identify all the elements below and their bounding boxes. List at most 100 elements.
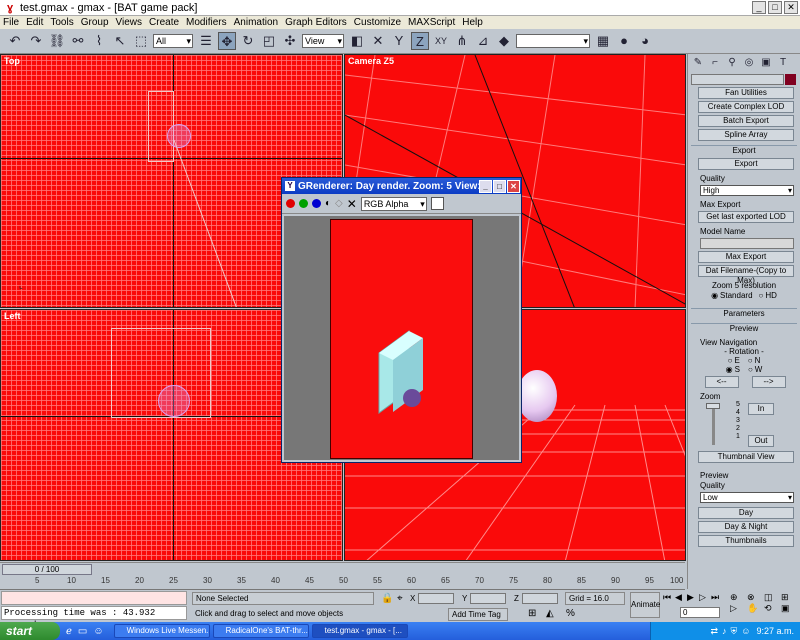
select-object-icon[interactable]: ↖ bbox=[111, 32, 129, 50]
animate-button[interactable]: Animate bbox=[630, 592, 660, 618]
select-by-name-icon[interactable]: ☰ bbox=[197, 32, 215, 50]
red-channel-icon[interactable] bbox=[286, 199, 295, 208]
quicklaunch-desktop-icon[interactable]: ▭ bbox=[78, 626, 87, 637]
snap-toggle-icon[interactable]: ⊞ bbox=[528, 608, 536, 619]
radio-hd-icon[interactable]: ○ bbox=[759, 291, 764, 300]
tray-messenger-icon[interactable]: ☺ bbox=[741, 626, 750, 636]
material-editor-icon[interactable]: ▦ bbox=[594, 32, 612, 50]
go-to-start-icon[interactable]: ⏮ bbox=[663, 592, 675, 603]
task-browser[interactable]: RadicalOne's BAT-thr... bbox=[212, 624, 309, 638]
radio-standard-icon[interactable]: ◉ bbox=[711, 291, 718, 300]
current-frame-field[interactable]: 0 bbox=[680, 607, 720, 618]
parameters-rollout-header[interactable]: Parameters bbox=[691, 308, 797, 319]
batch-export-button[interactable]: Batch Export bbox=[698, 115, 794, 127]
field-of-view-icon[interactable]: ▷ bbox=[730, 603, 747, 614]
menu-modifiers[interactable]: Modifiers bbox=[186, 17, 227, 28]
display-tab-icon[interactable]: ▣ bbox=[759, 56, 773, 70]
dialog-close-button[interactable]: ✕ bbox=[507, 179, 520, 193]
menu-file[interactable]: File bbox=[3, 17, 19, 28]
quick-render-icon[interactable]: ◕ bbox=[636, 32, 654, 50]
viewport-camera-label[interactable]: Camera Z5 bbox=[348, 56, 394, 66]
dat-filename-button[interactable]: Dat Filename-(Copy to Max) bbox=[698, 265, 794, 285]
maximize-button[interactable]: □ bbox=[768, 1, 782, 14]
minimize-button[interactable]: _ bbox=[752, 1, 766, 14]
menu-animation[interactable]: Animation bbox=[234, 17, 278, 28]
object-name-field[interactable] bbox=[691, 74, 784, 85]
previous-frame-icon[interactable]: ◀ bbox=[675, 592, 687, 603]
spline-array-button[interactable]: Spline Array bbox=[698, 129, 794, 141]
maxscript-listener-field[interactable] bbox=[1, 591, 187, 605]
color-swatch[interactable] bbox=[430, 197, 444, 210]
thumbnail-view-button[interactable]: Thumbnail View bbox=[698, 451, 794, 463]
link-icon[interactable]: ⛓ bbox=[48, 32, 66, 50]
max-export-button[interactable]: Max Export bbox=[698, 251, 794, 263]
radio-e-icon[interactable]: ○ bbox=[728, 356, 733, 365]
lock-selection-icon[interactable]: 🔒 bbox=[381, 593, 393, 604]
track-bar[interactable]: 5 10 15 20 25 30 35 40 45 50 55 60 65 70… bbox=[0, 576, 685, 590]
zoom-extents-icon[interactable]: ◫ bbox=[764, 592, 781, 603]
quicklaunch-messenger-icon[interactable]: ☺ bbox=[93, 626, 103, 637]
viewport-left-label[interactable]: Left bbox=[4, 311, 21, 321]
zoom-icon[interactable]: ⊕ bbox=[730, 592, 747, 603]
time-slider-thumb[interactable]: 0 / 100 bbox=[2, 564, 92, 575]
get-last-lod-button[interactable]: Get last exported LOD bbox=[698, 211, 794, 223]
thumbnails-button[interactable]: Thumbnails bbox=[698, 535, 794, 547]
object-color-swatch[interactable] bbox=[785, 74, 796, 85]
region-select-icon[interactable]: ⬚ bbox=[132, 32, 150, 50]
restrict-z-button[interactable]: Z bbox=[411, 32, 429, 50]
export-button[interactable]: Export bbox=[698, 158, 794, 170]
quicklaunch-ie-icon[interactable]: ℯ bbox=[66, 626, 72, 637]
time-slider[interactable]: 0 / 100 bbox=[0, 562, 685, 575]
start-button[interactable]: start bbox=[0, 622, 60, 640]
unlink-icon[interactable]: ⚯ bbox=[69, 32, 87, 50]
x-coord-field[interactable] bbox=[418, 593, 454, 604]
redo-icon[interactable]: ↷ bbox=[27, 32, 45, 50]
select-and-rotate-icon[interactable]: ↻ bbox=[239, 32, 257, 50]
close-button[interactable]: ✕ bbox=[784, 1, 798, 14]
tray-network-icon[interactable]: ⇄ bbox=[710, 626, 718, 637]
create-complex-lod-button[interactable]: Create Complex LOD bbox=[698, 101, 794, 113]
mono-channel-icon[interactable]: ◐ bbox=[325, 198, 331, 209]
menu-help[interactable]: Help bbox=[462, 17, 483, 28]
rotate-left-button[interactable]: <-- bbox=[704, 376, 739, 388]
gmax-app-icon[interactable]: ɣ bbox=[4, 2, 16, 14]
blue-channel-icon[interactable] bbox=[312, 199, 321, 208]
zoom-out-button[interactable]: Out bbox=[748, 435, 774, 447]
menu-customize[interactable]: Customize bbox=[354, 17, 401, 28]
zoom-slider-thumb[interactable] bbox=[706, 403, 720, 409]
modify-tab-icon[interactable]: ⌐ bbox=[708, 56, 722, 70]
play-icon[interactable]: ▶ bbox=[687, 592, 699, 603]
radio-n-icon[interactable]: ○ bbox=[748, 356, 753, 365]
export-rollout-header[interactable]: Export bbox=[691, 145, 797, 156]
y-coord-field[interactable] bbox=[470, 593, 506, 604]
rotate-right-button[interactable]: --> bbox=[751, 376, 786, 388]
preview-rollout-header[interactable]: Preview bbox=[691, 323, 797, 334]
radio-s-icon[interactable]: ◉ bbox=[726, 365, 733, 374]
dialog-title-bar[interactable]: Y GRenderer: Day render. Zoom: 5 View: S… bbox=[282, 178, 521, 194]
utilities-tab-icon[interactable]: T bbox=[776, 56, 790, 70]
bind-space-warp-icon[interactable]: ⌇ bbox=[90, 32, 108, 50]
zoom-all-icon[interactable]: ⊗ bbox=[747, 592, 764, 603]
mirror-icon[interactable]: ⋔ bbox=[453, 32, 471, 50]
model-name-field[interactable] bbox=[700, 238, 794, 249]
use-pivot-icon[interactable]: ◧ bbox=[348, 32, 366, 50]
undo-icon[interactable]: ↶ bbox=[6, 32, 24, 50]
pivot-center-icon[interactable]: ✣ bbox=[281, 32, 299, 50]
add-time-tag-button[interactable]: Add Time Tag bbox=[448, 608, 508, 621]
zoom-slider-track[interactable] bbox=[712, 405, 715, 445]
menu-maxscript[interactable]: MAXScript bbox=[408, 17, 455, 28]
menu-edit[interactable]: Edit bbox=[26, 17, 43, 28]
selection-filter-dropdown[interactable]: All bbox=[153, 34, 193, 48]
restrict-xy-button[interactable]: XY bbox=[432, 32, 450, 50]
menu-group[interactable]: Group bbox=[81, 17, 109, 28]
dialog-maximize-button[interactable]: □ bbox=[493, 179, 506, 193]
tray-volume-icon[interactable]: ♪ bbox=[722, 626, 727, 636]
motion-tab-icon[interactable]: ◎ bbox=[742, 56, 756, 70]
green-channel-icon[interactable] bbox=[299, 199, 308, 208]
zoom-extents-all-icon[interactable]: ⊞ bbox=[781, 592, 798, 603]
menu-tools[interactable]: Tools bbox=[50, 17, 73, 28]
channel-dropdown[interactable]: RGB Alpha bbox=[360, 196, 427, 211]
create-tab-icon[interactable]: ✎ bbox=[691, 56, 705, 70]
restrict-y-icon[interactable]: Y bbox=[390, 32, 408, 50]
day-night-button[interactable]: Day & Night bbox=[698, 521, 794, 533]
